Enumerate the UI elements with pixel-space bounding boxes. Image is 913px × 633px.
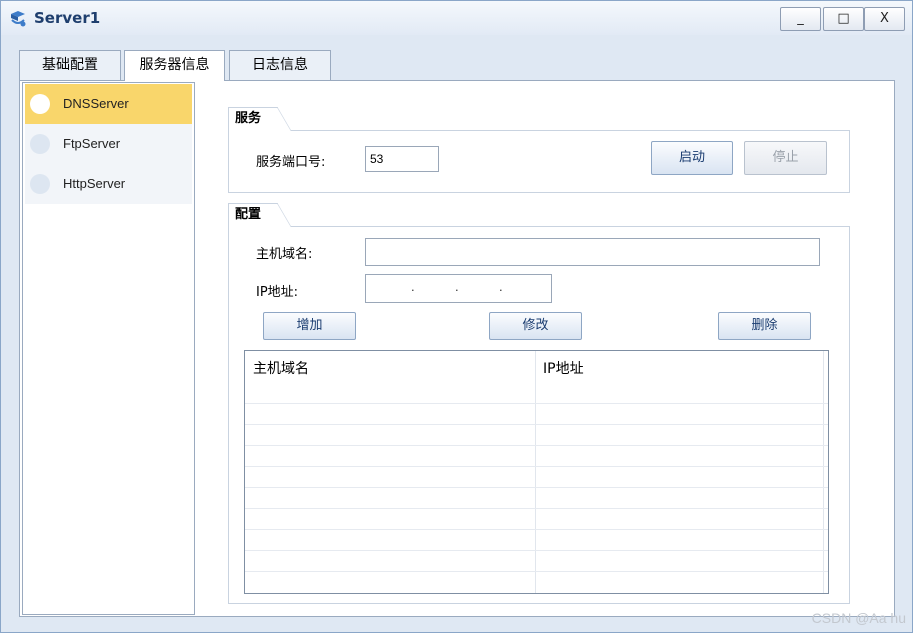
ip-separator: . [411,279,415,294]
status-circle-icon [30,174,50,194]
table-row [245,571,828,572]
start-button[interactable]: 启动 [651,141,733,175]
sidebar-item-dnsserver[interactable]: DNSServer [25,84,192,124]
hostname-label: 主机域名: [256,247,313,262]
table-row [245,445,828,446]
delete-button[interactable]: 删除 [718,312,811,340]
dns-records-table[interactable]: 主机域名 IP地址 [244,350,829,594]
tab-bar: 基础配置 服务器信息 日志信息 [19,50,419,81]
ip-separator: . [455,279,459,294]
tab-basic-config[interactable]: 基础配置 [19,50,121,80]
sidebar-item-label: HttpServer [63,176,126,191]
window-title: Server1 [34,9,101,27]
stop-button[interactable]: 停止 [744,141,827,175]
close-button[interactable]: X [864,7,905,31]
tab-server-info[interactable]: 服务器信息 [124,50,225,81]
config-group-title: 配置 [228,203,291,227]
table-row [245,403,828,404]
ip-address-input[interactable]: . . . [365,274,552,303]
server-app-icon [11,11,26,27]
column-header-ip[interactable]: IP地址 [535,351,823,389]
table-row [245,487,828,488]
ip-label: IP地址: [256,285,299,300]
column-header-hostname[interactable]: 主机域名 [245,351,535,389]
table-row [245,550,828,551]
minimize-button[interactable]: _ [780,7,821,31]
column-divider [823,351,824,593]
sidebar-item-httpserver[interactable]: HttpServer [25,164,192,204]
status-circle-icon [30,134,50,154]
port-input[interactable]: 53 [365,146,439,172]
server-list: DNSServer FtpServer HttpServer [22,82,195,615]
modify-button[interactable]: 修改 [489,312,582,340]
maximize-button[interactable]: □ [823,7,864,31]
table-row [245,424,828,425]
sidebar-item-label: FtpServer [63,136,121,151]
sidebar-item-ftpserver[interactable]: FtpServer [25,124,192,164]
table-row [245,529,828,530]
table-row [245,466,828,467]
port-label: 服务端口号: [256,155,326,170]
column-divider [535,351,536,593]
service-group-title: 服务 [228,107,291,131]
hostname-input[interactable] [365,238,820,266]
ip-separator: . [499,279,503,294]
server1-window: Server1 _ □ X 基础配置 服务器信息 日志信息 DNSServer … [0,0,913,633]
add-button[interactable]: 增加 [263,312,356,340]
title-bar[interactable]: Server1 _ □ X [1,1,912,35]
tab-log-info[interactable]: 日志信息 [229,50,331,80]
table-row [245,508,828,509]
status-circle-icon [30,94,50,114]
watermark-text: CSDN @Aa hu [811,610,906,626]
sidebar-item-label: DNSServer [63,96,129,111]
